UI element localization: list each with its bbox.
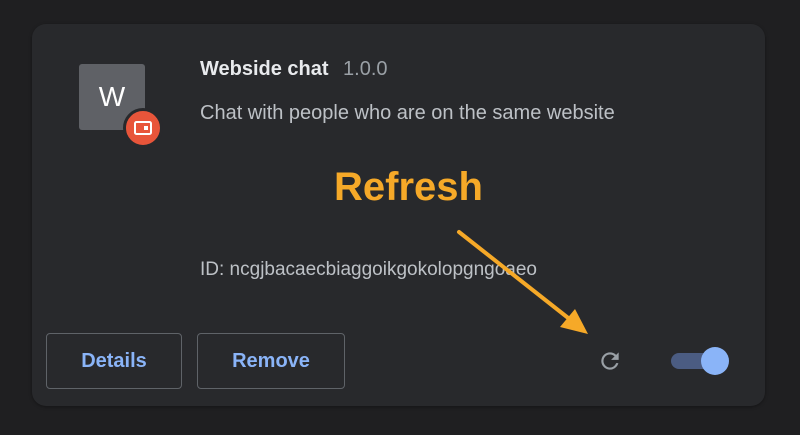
- refresh-annotation-label: Refresh: [334, 165, 483, 209]
- extension-name: Webside chat: [200, 58, 329, 80]
- enable-toggle[interactable]: [671, 347, 729, 375]
- extension-title-row: Webside chat 1.0.0: [200, 58, 388, 81]
- refresh-icon: [601, 352, 619, 370]
- extension-card: W Webside chat 1.0.0 Chat with people wh…: [32, 24, 765, 406]
- screenshot-stage: W Webside chat 1.0.0 Chat with people wh…: [0, 0, 800, 435]
- developer-mode-badge-icon: [123, 108, 163, 148]
- toggle-knob: [701, 347, 729, 375]
- extension-version: 1.0.0: [343, 58, 388, 80]
- refresh-button[interactable]: [595, 346, 625, 376]
- extension-icon-letter: W: [98, 81, 126, 112]
- details-button[interactable]: Details: [46, 333, 182, 389]
- badge-glyph-icon: [134, 121, 152, 135]
- extension-description: Chat with people who are on the same web…: [200, 102, 615, 124]
- remove-button[interactable]: Remove: [197, 333, 345, 389]
- extension-id: ID: ncgjbacaecbiaggoikgokolopgngoaeo: [200, 259, 537, 280]
